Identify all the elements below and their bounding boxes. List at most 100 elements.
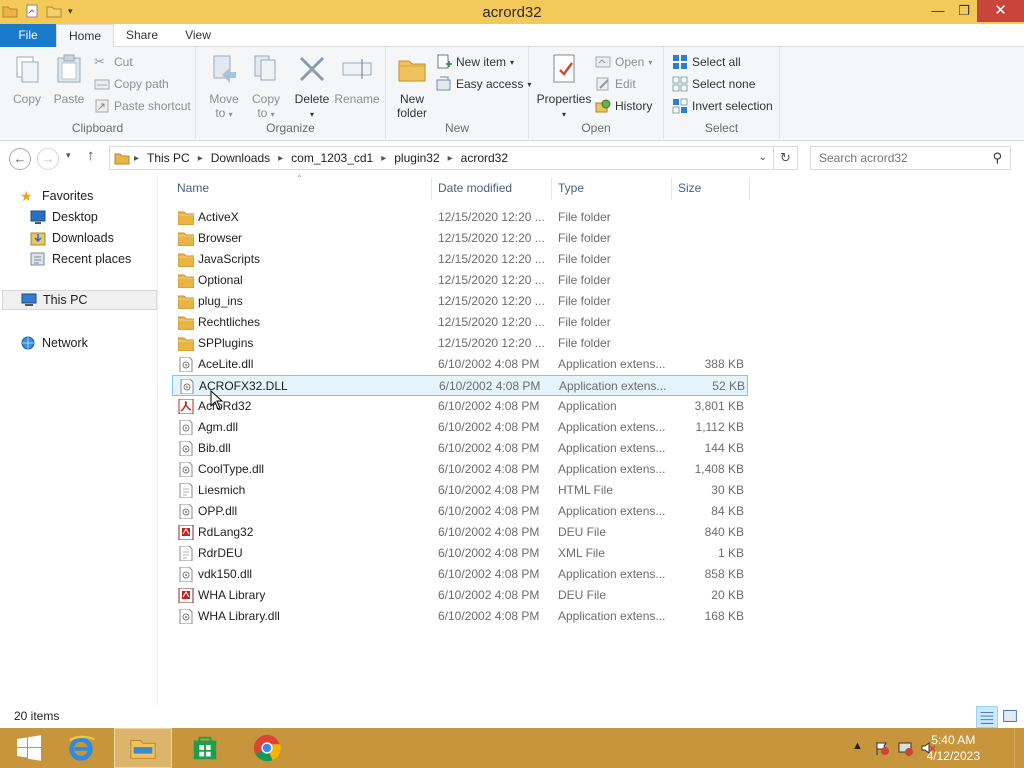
file-row[interactable]: AceLite.dll 6/10/2002 4:08 PM Application … <box>172 354 748 375</box>
file-name: ActiveX <box>198 210 239 224</box>
tab-home[interactable]: Home <box>56 24 114 48</box>
address-dropdown-icon[interactable]: ⌄ <box>759 152 767 163</box>
nav-desktop[interactable]: Desktop <box>30 207 98 227</box>
easy-access-button[interactable]: Easy access ▾ <box>436 74 531 94</box>
file-row[interactable]: RdLang32 6/10/2002 4:08 PM DEU File 840 KB <box>172 522 748 543</box>
column-header-size[interactable]: Size <box>673 178 750 200</box>
breadcrumb-plugin32[interactable]: plugin32 <box>390 151 443 165</box>
file-icon <box>178 587 194 604</box>
breadcrumb-acrord32[interactable]: acrord32 <box>457 151 512 165</box>
taskbar-chrome[interactable] <box>238 728 296 768</box>
refresh-icon[interactable]: ↻ <box>773 147 797 169</box>
file-row[interactable]: Liesmich 6/10/2002 4:08 PM HTML File 30 KB <box>172 480 748 501</box>
edit-button[interactable]: Edit <box>595 74 636 94</box>
history-button[interactable]: History <box>595 96 652 116</box>
file-row[interactable]: Rechtliches 12/15/2020 12:20 ... File fold… <box>172 312 748 333</box>
breadcrumb-separator[interactable]: ▸ <box>377 153 390 164</box>
column-header-date[interactable]: Date modified <box>433 178 552 200</box>
paste-button[interactable]: Paste <box>50 53 88 106</box>
show-desktop-button[interactable] <box>1014 728 1024 768</box>
rename-button[interactable]: Rename <box>334 53 380 106</box>
file-row[interactable]: JavaScripts 12/15/2020 12:20 ... File fold… <box>172 249 748 270</box>
new-folder-button[interactable]: New folder <box>392 53 432 120</box>
breadcrumb-separator[interactable]: ▸ <box>444 153 457 164</box>
details-view-button[interactable] <box>976 706 998 728</box>
paste-shortcut-button[interactable]: Paste shortcut <box>94 96 191 116</box>
breadcrumb-this-pc[interactable]: This PC <box>143 151 194 165</box>
tab-view[interactable]: View <box>174 24 222 47</box>
file-row[interactable]: CoolType.dll 6/10/2002 4:08 PM Application… <box>172 459 748 480</box>
file-row[interactable]: AcroRd32 6/10/2002 4:08 PM Application 3,80… <box>172 396 748 417</box>
file-row[interactable]: WHA Library 6/10/2002 4:08 PM DEU File 20 K… <box>172 585 748 606</box>
copy-button[interactable]: Copy <box>8 53 46 106</box>
taskbar-store[interactable] <box>176 728 234 768</box>
large-icons-view-button[interactable] <box>1000 706 1022 728</box>
delete-button[interactable]: Delete ▾ <box>292 53 332 120</box>
search-input[interactable] <box>819 151 989 165</box>
item-count: 20 items <box>14 709 60 723</box>
file-name: RdLang32 <box>198 525 254 539</box>
file-row[interactable]: Optional 12/15/2020 12:20 ... File folder <box>172 270 748 291</box>
file-row[interactable]: plug_ins 12/15/2020 12:20 ... File folder <box>172 291 748 312</box>
breadcrumb-com-1203-cd1[interactable]: com_1203_cd1 <box>287 151 377 165</box>
search-icon[interactable]: ⚲ <box>992 150 1002 166</box>
nav-this-pc[interactable]: This PC <box>2 290 157 310</box>
select-all-button[interactable]: Select all <box>672 52 741 72</box>
breadcrumb-separator[interactable]: ▸ <box>130 153 143 164</box>
nav-downloads[interactable]: Downloads <box>30 228 114 248</box>
cut-button[interactable]: ✂ Cut <box>94 52 133 72</box>
breadcrumb-separator[interactable]: ▸ <box>194 153 207 164</box>
breadcrumb-downloads[interactable]: Downloads <box>207 151 274 165</box>
copy-to-button[interactable]: Copy to ▾ <box>246 53 286 120</box>
column-header-name[interactable]: Name <box>172 178 432 200</box>
copy-path-button[interactable]: Copy path <box>94 74 169 94</box>
nav-favorites[interactable]: ★ Favorites <box>20 186 93 206</box>
file-size <box>678 333 744 354</box>
organize-group: Move to ▾ Copy to ▾ Delete ▾ Rename Organiz… <box>196 47 386 139</box>
network-tray-icon[interactable] <box>897 740 913 756</box>
tab-share[interactable]: Share <box>116 24 168 47</box>
file-row[interactable]: WHA Library.dll 6/10/2002 4:08 PM Applicat… <box>172 606 748 627</box>
action-center-flag-icon[interactable] <box>874 740 890 756</box>
back-button[interactable]: ← <box>9 148 31 170</box>
restore-button[interactable]: ❐ <box>951 0 977 22</box>
start-button[interactable] <box>0 728 58 768</box>
file-row[interactable]: RdrDEU 6/10/2002 4:08 PM XML File 1 KB <box>172 543 748 564</box>
recent-locations-icon[interactable]: ▾ <box>66 150 71 161</box>
copy-to-label: Copy to ▾ <box>251 92 280 120</box>
file-row[interactable]: ActiveX 12/15/2020 12:20 ... File folder <box>172 207 748 228</box>
taskbar-internet-explorer[interactable] <box>52 728 110 768</box>
file-row[interactable]: ACROFX32.DLL 6/10/2002 4:08 PM Application… <box>172 375 748 396</box>
select-none-button[interactable]: Select none <box>672 74 755 94</box>
file-row[interactable]: vdk150.dll 6/10/2002 4:08 PM Application e… <box>172 564 748 585</box>
column-header-type[interactable]: Type <box>553 178 672 200</box>
file-row[interactable]: SPPlugins 12/15/2020 12:20 ... File folder <box>172 333 748 354</box>
properties-button[interactable]: Properties ▾ <box>535 53 593 120</box>
breadcrumb-separator[interactable]: ▸ <box>274 153 287 164</box>
nav-desktop-label: Desktop <box>52 210 98 224</box>
up-arrow-icon[interactable]: ↑ <box>87 147 95 164</box>
file-row[interactable]: Bib.dll 6/10/2002 4:08 PM Application exte… <box>172 438 748 459</box>
nav-network[interactable]: Network <box>20 333 88 353</box>
open-icon <box>595 56 611 68</box>
properties-label: Properties ▾ <box>536 92 592 119</box>
close-button[interactable]: ✕ <box>977 0 1024 22</box>
invert-selection-button[interactable]: Invert selection <box>672 96 773 116</box>
file-row[interactable]: OPP.dll 6/10/2002 4:08 PM Application exte… <box>172 501 748 522</box>
clock[interactable]: 5:40 AM 4/12/2023 <box>927 732 980 764</box>
nav-recent-places[interactable]: Recent places <box>30 249 131 269</box>
show-hidden-icons[interactable]: ▲ <box>852 740 863 756</box>
address-bar[interactable]: ▸ This PC ▸ Downloads ▸ com_1203_cd1 ▸ p… <box>109 146 798 170</box>
open-button[interactable]: Open ▾ <box>595 52 652 72</box>
tab-file[interactable]: File <box>0 24 56 47</box>
forward-button[interactable]: → <box>37 148 59 170</box>
new-item-label: New item <box>456 55 507 69</box>
minimize-button[interactable]: — <box>925 0 951 22</box>
file-row[interactable]: Agm.dll 6/10/2002 4:08 PM Application exte… <box>172 417 748 438</box>
move-to-button[interactable]: Move to ▾ <box>204 53 244 120</box>
taskbar-file-explorer[interactable] <box>114 728 172 768</box>
file-row[interactable]: Browser 12/15/2020 12:20 ... File folder <box>172 228 748 249</box>
new-item-button[interactable]: New item ▾ <box>436 52 514 72</box>
file-size <box>678 312 744 333</box>
file-name: Agm.dll <box>198 420 239 434</box>
